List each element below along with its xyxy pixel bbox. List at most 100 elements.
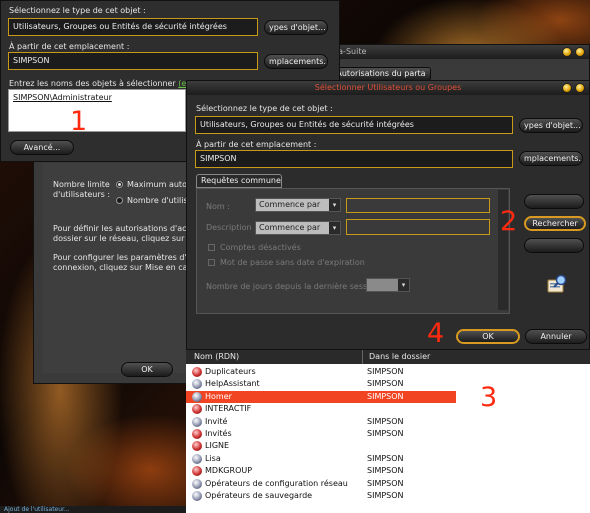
row-name: Opérateurs de sauvegarde (205, 491, 313, 500)
name-query-input[interactable] (346, 198, 490, 213)
name-condition-value: Commence par (259, 200, 321, 209)
table-row[interactable]: LIGNE (186, 440, 456, 452)
dropdown-arrow-icon: ▾ (329, 199, 340, 211)
group-icon (192, 466, 202, 477)
tab-share-permissions[interactable]: Autorisations du parta (331, 67, 431, 81)
table-row[interactable]: Opérateurs de sauvegarde SIMPSON (186, 490, 456, 502)
help-icon[interactable] (562, 83, 572, 93)
disabled-accounts-checkbox[interactable] (208, 244, 215, 251)
columns-button[interactable] (524, 194, 584, 209)
row-folder: SIMPSON (367, 453, 404, 463)
table-row[interactable]: INTERACTIF (186, 403, 456, 415)
table-row[interactable]: Lisa SIMPSON (186, 453, 456, 465)
row-folder: SIMPSON (367, 391, 404, 401)
table-row[interactable]: HelpAssistant SIMPSON (186, 378, 456, 390)
description-condition-value: Commence par (259, 223, 321, 232)
days-since-select[interactable]: ▾ (366, 278, 410, 292)
close-icon[interactable] (575, 47, 585, 57)
win1-names-value: SIMPSON\Administrateur (13, 93, 112, 102)
user-icon (192, 478, 202, 489)
dropdown-arrow-icon: ▾ (329, 222, 340, 234)
table-row[interactable]: Invité SIMPSON (186, 416, 456, 428)
permissions-help-1a: Pour définir les autorisations d'accès à (53, 224, 187, 233)
annotation-3: 3 (480, 382, 498, 413)
annotation-4: 4 (427, 318, 445, 349)
row-folder: SIMPSON (367, 478, 404, 488)
search-results-list[interactable]: Nom (RDN) Dans le dossier Duplicateurs SI… (186, 350, 590, 513)
limit-label-2: d'utilisateurs : (53, 190, 111, 199)
row-name: Opérateurs de configuration réseau (205, 478, 348, 488)
limit-label-1: Nombre limite (53, 180, 110, 189)
tab-common-queries[interactable]: Requêtes communes (196, 174, 282, 188)
results-header: Nom (RDN) Dans le dossier (186, 350, 590, 364)
win3-location-label: À partir de cet emplacement : (196, 140, 317, 149)
description-condition-select[interactable]: Commence par ▾ (255, 221, 341, 235)
user-icon (192, 379, 202, 390)
dropdown-arrow-icon: ▾ (398, 279, 409, 291)
win1-names-label: Entrez les noms des objets à sélectionne… (9, 79, 216, 88)
description-query-input[interactable] (346, 219, 490, 235)
win1-locations-button[interactable]: mplacements... (264, 54, 328, 69)
win1-advanced-button[interactable]: Avancé... (10, 140, 74, 155)
win3-locations-button[interactable]: mplacements... (519, 151, 583, 166)
radio-user-count[interactable] (116, 197, 123, 204)
row-folder: SIMPSON (367, 379, 404, 389)
row-name: Duplicateurs (205, 367, 256, 376)
minimize-icon[interactable] (562, 47, 572, 57)
row-name: Homer (205, 391, 232, 401)
stop-button[interactable] (524, 238, 584, 253)
group-icon (192, 367, 202, 377)
group-icon (192, 441, 202, 452)
row-name: Invité (205, 416, 228, 426)
win1-names-input[interactable]: SIMPSON\Administrateur (8, 89, 186, 132)
row-name: Lisa (205, 453, 221, 463)
row-folder: SIMPSON (367, 367, 404, 376)
taskbar-item[interactable]: Ajout de l'utilisateur... (4, 506, 70, 513)
user-icon (192, 416, 202, 427)
days-since-label: Nombre de jours depuis la dernière sessi… (206, 282, 385, 291)
group-icon (192, 404, 202, 415)
table-row[interactable]: Duplicateurs SIMPSON (186, 366, 456, 378)
no-expire-checkbox[interactable] (208, 259, 215, 266)
dialog-cancel-button[interactable]: Annuler (525, 329, 587, 344)
results-header-divider (362, 350, 363, 364)
win1-location-label: À partir de cet emplacement : (9, 42, 130, 51)
radio-max-allowed[interactable] (116, 181, 123, 188)
user-icon (192, 491, 202, 501)
table-row[interactable]: Invités SIMPSON (186, 428, 456, 440)
search-button[interactable]: Rechercher (524, 216, 586, 231)
annotation-1: 1 (70, 106, 88, 137)
dialog-ok-button[interactable]: OK (456, 329, 520, 344)
win3-object-type-field: Utilisateurs, Groupes ou Entités de sécu… (195, 116, 513, 134)
row-name: INTERACTIF (205, 404, 252, 414)
row-folder: SIMPSON (367, 416, 404, 426)
permissions-help-1b: dossier sur le réseau, cliquez sur Autor… (53, 234, 187, 243)
user-icon (192, 453, 202, 464)
table-row[interactable]: Homer SIMPSON (186, 390, 456, 404)
name-label: Nom : (206, 202, 230, 211)
win1-object-type-label: Sélectionnez le type de cet objet : (9, 6, 146, 15)
row-name: MDKGROUP (205, 466, 253, 476)
select-users-titlebar: Sélectionner Utilisateurs ou Groupes (187, 81, 589, 95)
name-condition-select[interactable]: Commence par ▾ (255, 198, 341, 212)
win3-object-types-button[interactable]: ypes d'objet... (519, 118, 583, 133)
win3-location-field: SIMPSON (195, 150, 513, 168)
description-label: Description : (206, 223, 257, 232)
win1-names-label-text: Entrez les noms des objets à sélectionne… (9, 79, 176, 88)
win1-location-field: SIMPSON (8, 52, 258, 70)
col-name-header[interactable]: Nom (RDN) (194, 350, 239, 364)
row-folder: SIMPSON (367, 491, 404, 500)
win1-object-type-field: Utilisateurs, Groupes ou Entités de sécu… (8, 18, 258, 36)
table-row[interactable]: Opérateurs de configuration réseau SIMPSO… (186, 478, 456, 490)
permissions-help-2a: Pour configurer les paramètres d'accès (53, 253, 187, 262)
col-folder-header[interactable]: Dans le dossier (369, 350, 430, 364)
permissions-ok-button[interactable]: OK (121, 362, 173, 377)
win1-object-types-button[interactable]: ypes d'objet... (264, 20, 328, 35)
row-name: HelpAssistant (205, 379, 260, 389)
table-row[interactable]: MDKGROUP SIMPSON (186, 465, 456, 477)
disabled-accounts-label: Comptes désactivés (220, 243, 301, 252)
user-icon (192, 391, 202, 402)
close-icon[interactable] (575, 83, 585, 93)
row-name: Invités (205, 429, 232, 438)
row-name: LIGNE (205, 441, 230, 451)
